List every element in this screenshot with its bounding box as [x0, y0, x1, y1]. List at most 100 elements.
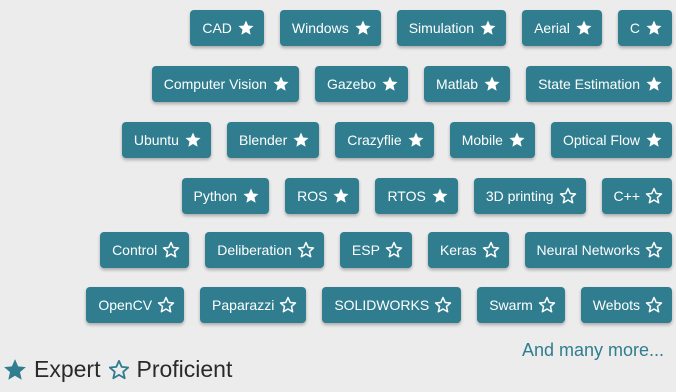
skill-tag-label: Neural Networks: [536, 242, 640, 258]
skill-tag-label: Deliberation: [217, 242, 292, 258]
skill-tag-3d-printing: 3D printing: [473, 178, 586, 214]
star-filled-icon: [184, 131, 202, 149]
skill-tag-label: Simulation: [408, 20, 475, 36]
skill-tag-cplusplus: C++: [601, 178, 672, 214]
skill-tag-optical-flow: Optical Flow: [550, 122, 672, 158]
and-many-more-link[interactable]: And many more...: [522, 340, 664, 361]
skill-tag-rtos: RTOS: [375, 178, 458, 214]
skill-tag-label: C: [629, 20, 640, 36]
skill-tag-label: Windows: [291, 20, 349, 36]
skill-tag-label: ROS: [297, 188, 328, 204]
star-outline-icon: [559, 187, 577, 205]
skill-tag-row: CAD Windows Simulation Aerial C: [190, 10, 672, 46]
skill-tag-windows: Windows: [279, 10, 381, 46]
skill-tag-label: Matlab: [436, 76, 479, 92]
skill-tag-row: Control Deliberation ESP Keras Neural Networ…: [100, 232, 672, 268]
skill-tag-deliberation: Deliberation: [205, 232, 324, 268]
star-filled-icon: [431, 187, 449, 205]
skill-tag-label: Ubuntu: [133, 132, 179, 148]
legend-proficient-label: Proficient: [136, 356, 233, 382]
skill-tag-matlab: Matlab: [424, 66, 511, 102]
skill-tag-row: Ubuntu Blender Crazyflie Mobile Optical Flow: [121, 122, 672, 158]
skill-tag-row: Computer Vision Gazebo Matlab State Estimat…: [151, 66, 672, 102]
skill-tag-label: Crazyflie: [347, 132, 402, 148]
star-outline-icon: [162, 241, 180, 259]
skill-tag-label: 3D printing: [485, 188, 554, 204]
skill-tag-mobile: Mobile: [449, 122, 535, 158]
skill-tag-solidworks: SOLIDWORKS: [322, 287, 462, 323]
star-filled-icon: [479, 19, 497, 37]
skill-tag-label: Paparazzi: [212, 297, 275, 313]
star-outline-icon: [297, 241, 315, 259]
skill-tag-label: Blender: [238, 132, 288, 148]
skill-tag-row: OpenCV Paparazzi SOLIDWORKS Swarm Webots: [86, 287, 672, 323]
skill-tag-esp: ESP: [339, 232, 412, 268]
star-filled-icon: [645, 131, 663, 149]
star-outline-icon: [434, 296, 452, 314]
skill-tag-crazyflie: Crazyflie: [335, 122, 434, 158]
skill-tag-gazebo: Gazebo: [314, 66, 409, 102]
skill-tag-label: State Estimation: [538, 76, 640, 92]
star-filled-icon: [242, 187, 260, 205]
star-outline-icon: [108, 359, 130, 381]
star-filled-icon: [237, 19, 255, 37]
skill-tag-webots: Webots: [580, 287, 672, 323]
star-filled-icon: [272, 75, 290, 93]
legend-expert-label: Expert: [34, 356, 101, 382]
skill-tag-state-estimation: State Estimation: [526, 66, 672, 102]
star-outline-icon: [645, 296, 663, 314]
star-filled-icon: [508, 131, 526, 149]
skills-panel: CAD Windows Simulation Aerial C Computer Visi…: [0, 0, 676, 392]
star-outline-icon: [385, 241, 403, 259]
star-filled-icon: [354, 19, 372, 37]
skill-tag-neural-networks: Neural Networks: [524, 232, 672, 268]
skill-tag-label: Swarm: [489, 297, 533, 313]
skill-tag-label: Python: [193, 188, 238, 204]
star-outline-icon: [645, 187, 663, 205]
star-outline-icon: [482, 241, 500, 259]
skill-tag-label: Keras: [439, 242, 477, 258]
skill-tag-label: Mobile: [461, 132, 503, 148]
star-filled-icon: [332, 187, 350, 205]
skill-tag-row: Python ROS RTOS 3D printing C++: [181, 178, 672, 214]
skill-tag-swarm: Swarm: [477, 287, 565, 323]
skill-tag-label: Control: [112, 242, 158, 258]
star-outline-icon: [538, 296, 556, 314]
star-filled-icon: [483, 75, 501, 93]
skill-tag-label: RTOS: [387, 188, 426, 204]
skill-tag-label: Optical Flow: [562, 132, 640, 148]
skill-level-legend: Expert Proficient: [2, 356, 240, 383]
star-outline-icon: [279, 296, 297, 314]
skill-tag-cad: CAD: [190, 10, 264, 46]
star-filled-icon: [407, 131, 425, 149]
star-filled-icon: [575, 19, 593, 37]
star-filled-icon: [292, 131, 310, 149]
star-outline-icon: [157, 296, 175, 314]
skill-tag-ros: ROS: [285, 178, 360, 214]
skill-tag-computer-vision: Computer Vision: [151, 66, 299, 102]
skill-tag-label: OpenCV: [98, 297, 153, 313]
skill-tag-label: ESP: [351, 242, 380, 258]
star-filled-icon: [381, 75, 399, 93]
skill-tag-label: Gazebo: [326, 76, 377, 92]
skill-tag-label: C++: [613, 188, 640, 204]
skill-tag-python: Python: [181, 178, 270, 214]
skill-tag-label: SOLIDWORKS: [334, 297, 430, 313]
skill-tag-aerial: Aerial: [522, 10, 602, 46]
skill-tag-label: CAD: [202, 20, 232, 36]
skill-tag-keras: Keras: [427, 232, 509, 268]
star-outline-icon: [645, 241, 663, 259]
star-filled-icon: [2, 357, 28, 383]
skill-tag-ubuntu: Ubuntu: [121, 122, 211, 158]
skill-tag-paparazzi: Paparazzi: [200, 287, 307, 323]
skill-tag-c: C: [617, 10, 672, 46]
star-filled-icon: [645, 75, 663, 93]
skill-tag-blender: Blender: [226, 122, 320, 158]
skill-tag-label: Computer Vision: [163, 76, 267, 92]
skill-tag-label: Webots: [592, 297, 640, 313]
star-filled-icon: [645, 19, 663, 37]
skill-tag-opencv: OpenCV: [86, 287, 185, 323]
skill-tag-simulation: Simulation: [396, 10, 507, 46]
skill-tag-label: Aerial: [534, 20, 570, 36]
skill-tag-control: Control: [100, 232, 190, 268]
